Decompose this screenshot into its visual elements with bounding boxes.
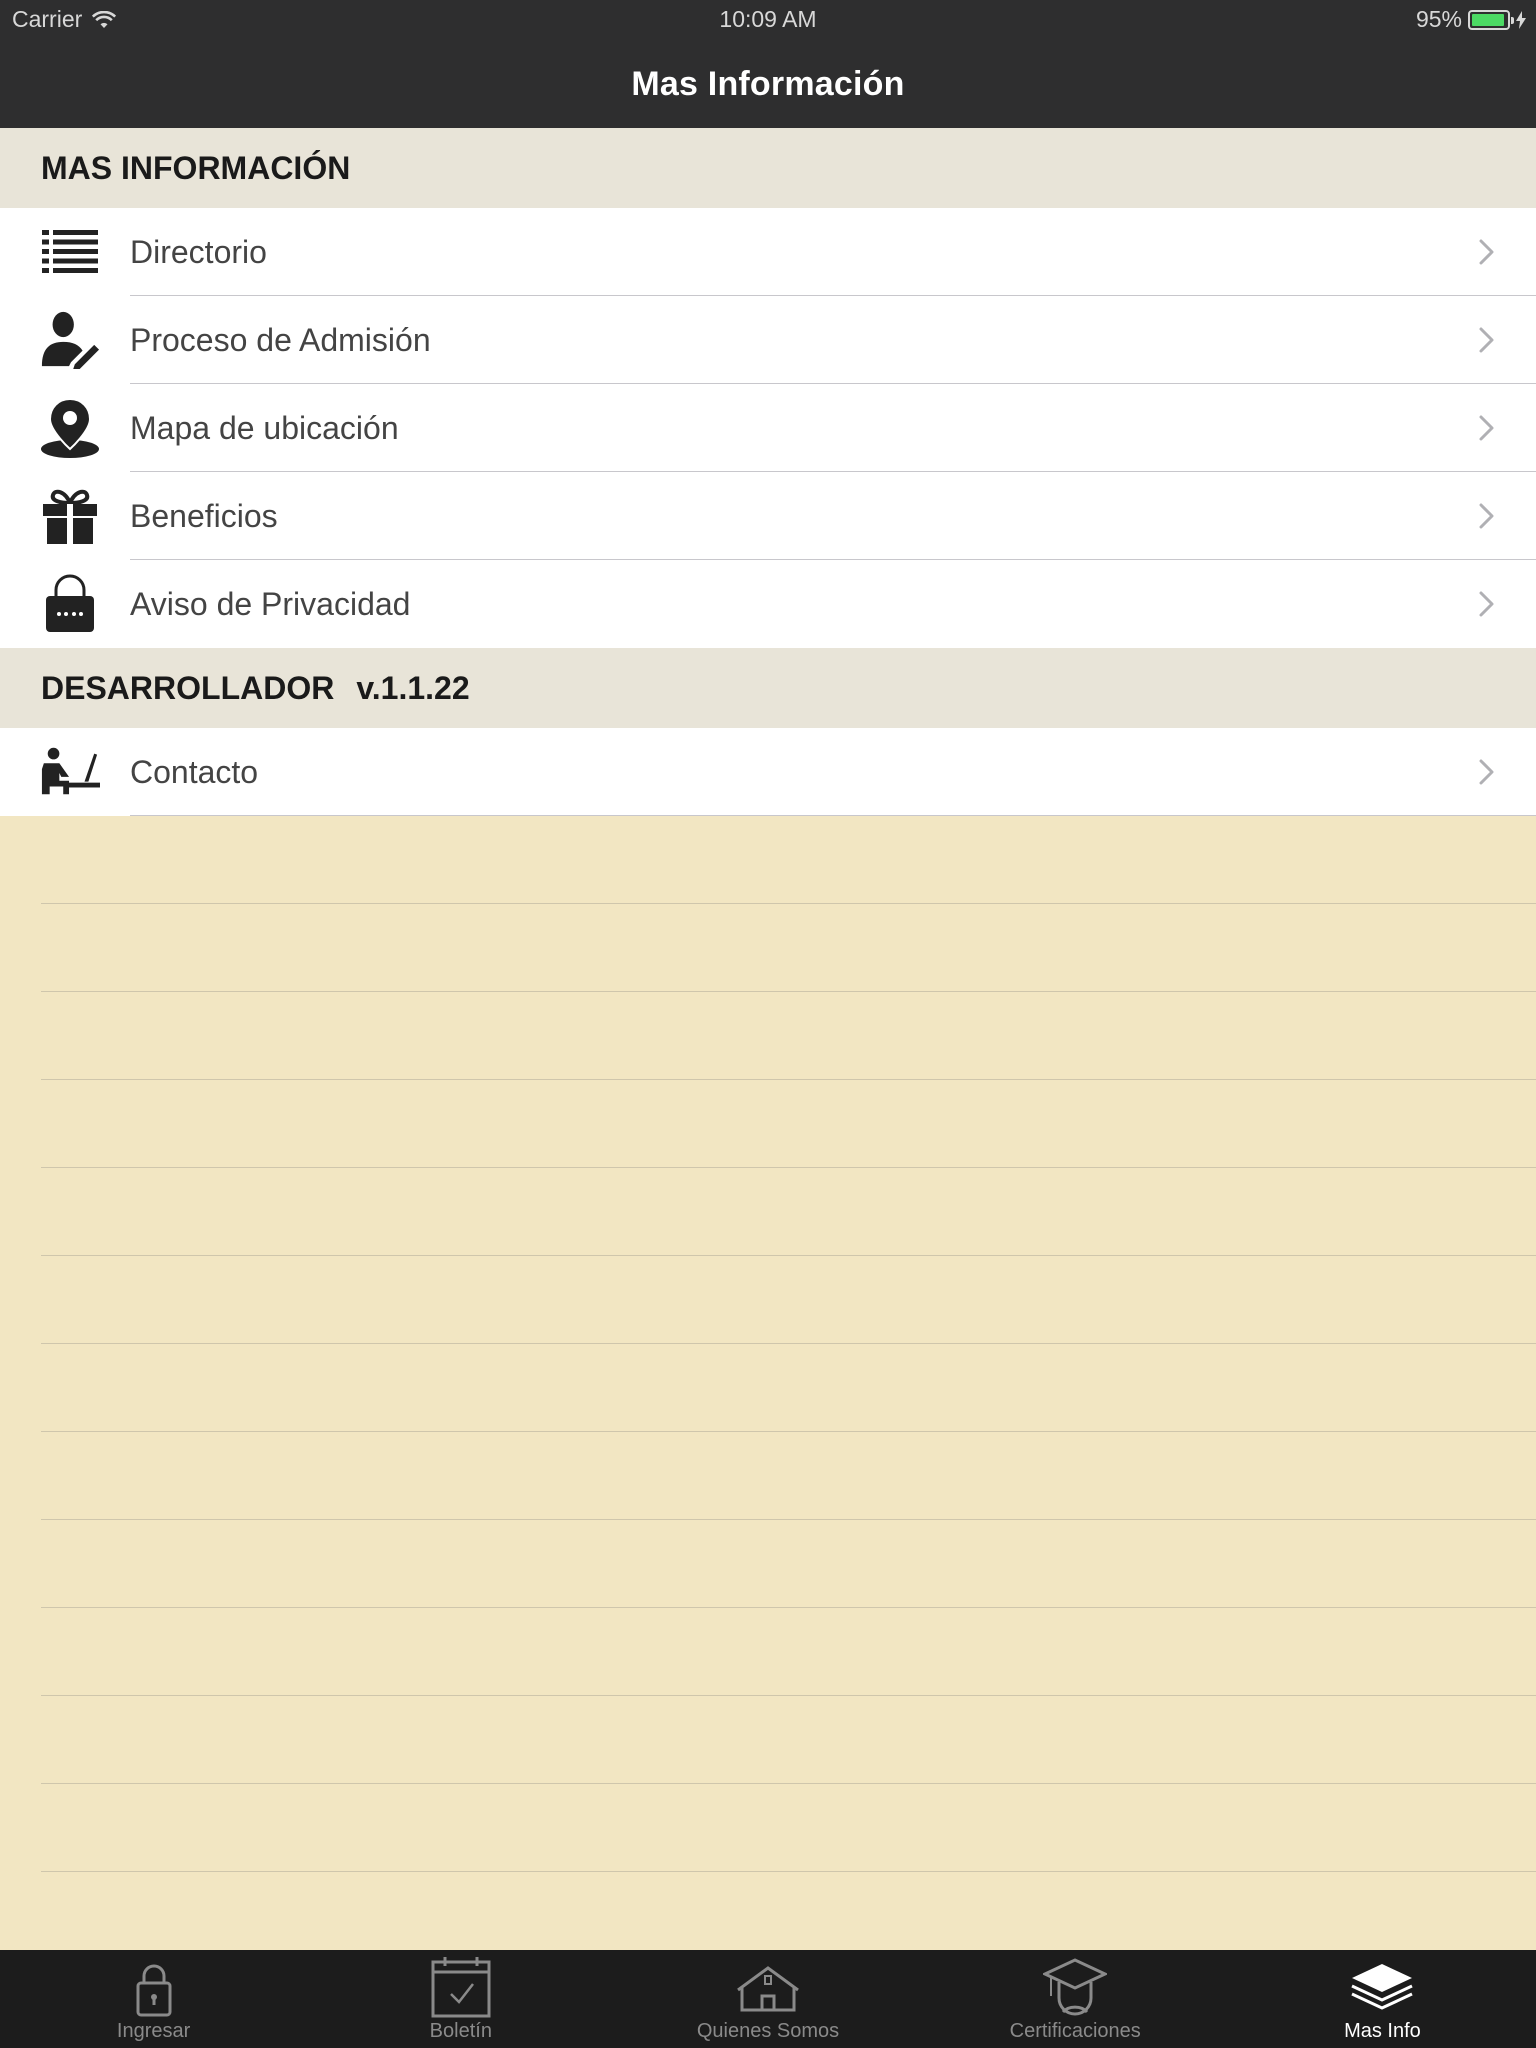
graduate-icon	[1043, 1958, 1108, 2016]
empty-row-divider	[41, 1431, 1536, 1432]
tab-label: Ingresar	[116, 2020, 191, 2042]
empty-row-divider	[41, 1519, 1536, 1520]
chevron-right-icon	[1479, 591, 1494, 617]
charging-bolt-icon	[1516, 10, 1526, 29]
menu-item-proceso-admision[interactable]: Proceso de Admisión	[0, 296, 1536, 384]
map-pin-icon	[40, 397, 100, 458]
menu-item-label: Contacto	[130, 754, 259, 790]
lock-icon	[136, 1964, 172, 2017]
navigation-bar: Mas Información	[0, 40, 1536, 128]
empty-row-divider	[41, 1783, 1536, 1784]
calendar-check-icon	[431, 1957, 491, 2018]
menu-item-contacto[interactable]: Contacto	[0, 728, 1536, 816]
app-version: v.1.1.22	[356, 670, 470, 706]
empty-row-divider	[41, 903, 1536, 904]
tab-certificaciones[interactable]: Certificaciones	[922, 1950, 1229, 2048]
empty-row-divider	[41, 1167, 1536, 1168]
tab-bar: Ingresar Boletín Quienes Somos Certifica…	[0, 1950, 1536, 2048]
section-title-info: MAS INFORMACIÓN	[41, 150, 351, 186]
empty-row-divider	[41, 1255, 1536, 1256]
chevron-right-icon	[1479, 239, 1494, 265]
tab-label: Boletín	[429, 2020, 492, 2042]
status-time: 10:09 AM	[719, 6, 817, 32]
menu-item-label: Proceso de Admisión	[130, 322, 431, 358]
chevron-right-icon	[1479, 759, 1494, 785]
lock-icon	[40, 574, 100, 634]
tab-mas-info[interactable]: Mas Info	[1229, 1950, 1536, 2048]
menu-item-beneficios[interactable]: Beneficios	[0, 472, 1536, 560]
person-edit-icon	[40, 310, 100, 370]
list-icon	[40, 222, 100, 282]
section-header-developer: DESARROLLADOR v.1.1.22	[0, 648, 1536, 728]
menu-item-mapa-ubicacion[interactable]: Mapa de ubicación	[0, 384, 1536, 472]
gift-icon	[40, 486, 100, 546]
section-title-developer: DESARROLLADOR	[41, 670, 335, 706]
battery-icon	[1468, 9, 1514, 30]
tab-quienes-somos[interactable]: Quienes Somos	[614, 1950, 921, 2048]
layers-icon	[1351, 1964, 1414, 2010]
empty-row-divider	[41, 991, 1536, 992]
battery-fill	[1472, 13, 1505, 26]
page-title: Mas Información	[631, 65, 905, 103]
chevron-right-icon	[1479, 327, 1494, 353]
battery-percent: 95%	[1415, 6, 1462, 32]
tab-label: Quienes Somos	[696, 2020, 840, 2042]
tab-label: Mas Info	[1344, 2020, 1421, 2042]
chevron-right-icon	[1479, 415, 1494, 441]
status-bar: Carrier 10:09 AM 95%	[0, 0, 1536, 40]
empty-row-divider	[41, 1607, 1536, 1608]
tab-ingresar[interactable]: Ingresar	[0, 1950, 307, 2048]
tab-label: Certificaciones	[1009, 2020, 1141, 2042]
chevron-right-icon	[1479, 503, 1494, 529]
menu-item-label: Beneficios	[130, 498, 278, 534]
menu-item-aviso-privacidad[interactable]: Aviso de Privacidad	[0, 560, 1536, 648]
tab-boletin[interactable]: Boletín	[307, 1950, 614, 2048]
battery-indicator: 95%	[1416, 6, 1526, 33]
school-building-icon	[737, 1966, 799, 2012]
empty-row-divider	[41, 1079, 1536, 1080]
empty-row-divider	[41, 1695, 1536, 1696]
empty-row-divider	[41, 1343, 1536, 1344]
person-desk-icon	[40, 742, 100, 802]
menu-item-label: Directorio	[130, 234, 267, 270]
menu-item-label: Mapa de ubicación	[130, 410, 399, 446]
menu-item-directorio[interactable]: Directorio	[0, 208, 1536, 296]
empty-row-divider	[41, 1871, 1536, 1872]
section-header-info: MAS INFORMACIÓN	[0, 128, 1536, 208]
menu-item-label: Aviso de Privacidad	[130, 586, 411, 622]
row-separator	[130, 815, 1536, 816]
